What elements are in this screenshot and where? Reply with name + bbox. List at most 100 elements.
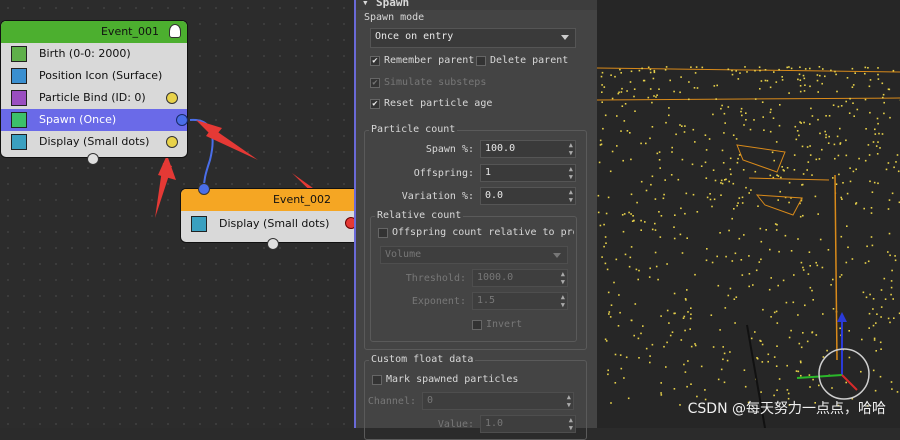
particle-dot [687,360,689,362]
exponent-spinner[interactable]: 1.5▲▼ [472,292,568,310]
output-port[interactable] [166,92,178,104]
variation-spinner[interactable]: 0.0 ▲▼ [480,187,576,205]
particle-dot [838,174,840,176]
spinner-arrows-icon[interactable]: ▲▼ [569,165,573,181]
threshold-spinner[interactable]: 1000.0▲▼ [472,269,568,287]
red-port[interactable] [345,217,354,229]
particle-dot [790,330,792,332]
3d-viewport[interactable]: CSDN @每天努力一点点，哈哈 [597,0,900,428]
particle-dot [660,236,662,238]
particle-dot [846,225,848,227]
spinner-arrows-icon[interactable]: ▲▼ [561,293,565,309]
particle-dot [668,107,670,109]
particle-dot [653,78,655,80]
particle-dot [759,261,761,263]
spinner-arrows-icon[interactable]: ▲▼ [561,270,565,286]
spawn-mode-dropdown[interactable]: Once on entry [370,28,576,48]
particle-dot [825,134,827,136]
value-spinner[interactable]: 1.0▲▼ [480,415,576,433]
particle-dot [817,119,819,121]
particle-dot [778,69,780,71]
particle-view-graph[interactable]: Event_001 Birth (0-0: 2000) Position Ico… [0,0,354,428]
channel-spinner[interactable]: 0▲▼ [422,392,574,410]
rollout-header[interactable]: ▾ Spawn [356,0,597,10]
spawn-percent-spinner[interactable]: 100.0▲▼ [480,140,576,158]
particle-dot [883,113,885,115]
lightbulb-icon[interactable] [169,24,181,38]
output-port[interactable] [166,136,178,148]
spinner-arrows-icon[interactable]: ▲▼ [569,188,573,204]
particle-dot [606,340,608,342]
particle-dot [811,290,813,292]
reset-particle-age-checkbox[interactable]: ✔ Reset particle age [370,97,492,111]
particle-dot [706,149,708,151]
event-output-port[interactable] [267,238,279,250]
particle-dot [817,213,819,215]
operator-birth[interactable]: Birth (0-0: 2000) [1,43,187,65]
particle-dot [877,153,879,155]
particle-dot [774,356,776,358]
spinner-arrows-icon[interactable]: ▲▼ [567,393,571,409]
particle-dot [779,104,781,106]
particle-dot [694,141,696,143]
spinner-arrows-icon[interactable]: ▲▼ [569,141,573,157]
operator-position-icon[interactable]: Position Icon (Surface) [1,65,187,87]
collapse-icon[interactable]: ▾ [362,0,369,9]
particle-dot [815,196,817,198]
spinner-arrows-icon[interactable]: ▲▼ [569,416,573,432]
particle-dot [800,375,802,377]
particle-dot [686,237,688,239]
particle-dot [867,67,869,69]
invert-checkbox[interactable]: Invert [472,318,522,332]
mark-spawned-checkbox[interactable]: Mark spawned particles [372,373,518,387]
offspring-spinner[interactable]: 1▲▼ [480,164,576,182]
particle-dot [753,119,755,121]
spinner-value: 0.0 [485,190,503,201]
channel-label: Channel: [326,396,416,407]
checkmark-icon: ✔ [370,78,380,88]
spawn-output-port[interactable] [176,114,188,126]
particle-dot [623,231,625,233]
particle-dot [598,212,600,214]
particle-dot [777,199,779,201]
event-001-node[interactable]: Event_001 Birth (0-0: 2000) Position Ico… [0,20,188,158]
event-001-header[interactable]: Event_001 [1,21,187,43]
particle-dot [684,131,686,133]
operator-particle-bind[interactable]: Particle Bind (ID: 0) [1,87,187,109]
particle-dot [673,91,675,93]
particle-dot [715,98,717,100]
particle-dot [724,382,726,384]
event-002-node[interactable]: Event_002 Display (Small dots) [180,188,354,243]
particle-dot [633,96,635,98]
volume-dropdown[interactable]: Volume [380,246,568,264]
particle-dot [748,286,750,288]
particle-dot [602,128,604,130]
particle-dot [819,66,821,68]
particle-dot [745,187,747,189]
particle-dot [800,122,802,124]
event-input-port[interactable] [198,183,210,195]
particle-dot [829,115,831,117]
particle-dot [681,125,683,127]
particle-dot [621,368,623,370]
particle-dot [630,213,632,215]
particle-dot [707,197,709,199]
remember-parent-checkbox[interactable]: ✔ Remember parent [370,54,474,68]
delete-parent-checkbox[interactable]: Delete parent [476,54,568,68]
particle-dot [685,298,687,300]
particle-dot [729,351,731,353]
particle-dot [788,202,790,204]
particle-dot [694,343,696,345]
operator-display[interactable]: Display (Small dots) [181,211,354,237]
operator-display[interactable]: Display (Small dots) [1,131,187,153]
particle-dot [721,180,723,182]
simulate-substeps-checkbox[interactable]: ✔ Simulate substeps [370,76,486,90]
operator-spawn[interactable]: Spawn (Once) [1,109,187,131]
event-output-port[interactable] [87,153,99,165]
particle-dot [665,122,667,124]
particle-dot [652,229,654,231]
particle-dot [622,214,624,216]
particle-dot [791,250,793,252]
particle-dot [807,341,809,343]
offspring-relative-checkbox[interactable]: Offspring count relative to prop [378,226,574,240]
